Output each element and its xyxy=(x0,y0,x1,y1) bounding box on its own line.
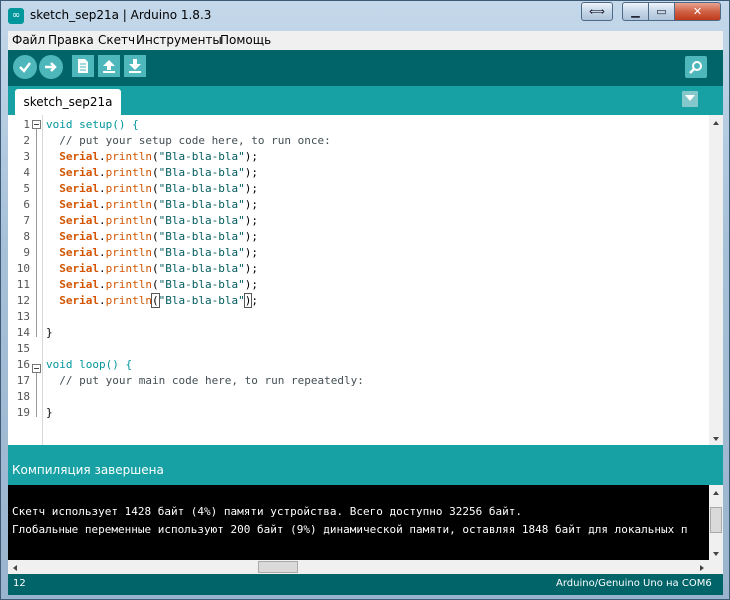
serial-monitor-button[interactable] xyxy=(685,56,707,78)
arrow-down-icon xyxy=(129,59,141,73)
line-number: 7 xyxy=(23,214,30,227)
verify-button[interactable] xyxy=(13,55,37,79)
magnifier-icon xyxy=(689,61,702,74)
code-line: void loop() { xyxy=(46,357,132,373)
scroll-left-arrow[interactable] xyxy=(8,560,22,574)
code-line: Serial.println("Bla-bla-bla"); xyxy=(59,262,258,275)
line-number: 19 xyxy=(16,406,30,419)
line-number: 5 xyxy=(23,182,30,195)
tab-sketch[interactable]: sketch_sep21a xyxy=(15,89,121,115)
line-number: 12 xyxy=(16,294,30,307)
fold-toggle[interactable] xyxy=(32,120,41,129)
code-line: Serial.println("Bla-bla-bla"); xyxy=(59,246,258,259)
keyword: void setup() { xyxy=(46,118,139,131)
line-number: 11 xyxy=(16,278,30,291)
console-vertical-scrollbar[interactable] xyxy=(709,485,723,560)
line-number: 3 xyxy=(23,150,30,163)
current-line-number: 12 xyxy=(13,578,26,589)
menu-edit[interactable]: Правка xyxy=(48,33,94,47)
title-bar[interactable]: ∞ sketch_sep21a | Arduino 1.8.3 ⟺ ▁ ▭ ✕ xyxy=(1,1,729,31)
tab-menu-button[interactable] xyxy=(682,91,698,107)
scroll-corner xyxy=(709,560,723,574)
menu-sketch[interactable]: Скетч xyxy=(98,33,135,47)
arduino-window: ∞ sketch_sep21a | Arduino 1.8.3 ⟺ ▁ ▭ ✕ … xyxy=(0,0,730,600)
code-line: // put your setup code here, to run once… xyxy=(46,134,331,147)
code-line: Serial.println("Bla-bla-bla"); xyxy=(59,230,258,243)
console-line: Глобальные переменные используют 200 бай… xyxy=(12,523,688,536)
menu-help[interactable]: Помощь xyxy=(220,33,271,47)
scroll-thumb[interactable] xyxy=(258,561,298,573)
scroll-up-arrow[interactable] xyxy=(709,115,723,129)
resize-icon[interactable]: ⟺ xyxy=(581,2,613,21)
line-number: 16 xyxy=(16,358,30,371)
scroll-right-arrow[interactable] xyxy=(695,560,709,574)
status-message: Компиляция завершена xyxy=(12,463,164,477)
scroll-down-arrow[interactable] xyxy=(709,546,723,560)
line-number: 2 xyxy=(23,134,30,147)
line-number: 1 xyxy=(23,118,30,131)
code-line: Serial.println("Bla-bla-bla"); xyxy=(59,182,258,195)
code-line: // put your main code here, to run repea… xyxy=(46,374,364,387)
code-editor[interactable]: 1 2 3 4 5 6 7 8 9 10 11 12 13 14 15 16 1… xyxy=(8,115,723,445)
arrow-right-icon xyxy=(45,62,57,72)
scroll-thumb[interactable] xyxy=(710,507,722,533)
fold-line xyxy=(36,129,37,337)
board-port-label: Arduino/Genuino Uno на COM6 xyxy=(556,578,712,589)
console-line: Скетч использует 1428 байт (4%) памяти у… xyxy=(12,505,522,518)
line-number: 18 xyxy=(16,390,30,403)
line-number: 15 xyxy=(16,342,30,355)
save-button[interactable] xyxy=(124,55,146,77)
menu-file[interactable]: Файл xyxy=(12,33,45,47)
chevron-down-icon xyxy=(685,95,695,101)
line-number: 10 xyxy=(16,262,30,275)
keyword: void loop() { xyxy=(46,358,133,371)
line-number: 8 xyxy=(23,230,30,243)
arrow-up-icon xyxy=(103,60,115,73)
code-line: Serial.println("Bla-bla-bla"); xyxy=(59,198,258,211)
code-line: } xyxy=(46,406,53,419)
line-number: 17 xyxy=(16,374,30,387)
code-line: Serial.println("Bla-bla-bla"); xyxy=(59,214,258,227)
code-line: void setup() { xyxy=(46,117,139,133)
editor-vertical-scrollbar[interactable] xyxy=(709,115,723,445)
app-client-area: Файл Правка Скетч Инструменты Помощь ske… xyxy=(8,31,723,595)
window-title: sketch_sep21a | Arduino 1.8.3 xyxy=(30,8,212,22)
upload-button[interactable] xyxy=(39,55,63,79)
close-button[interactable]: ✕ xyxy=(674,2,721,21)
line-gutter: 1 2 3 4 5 6 7 8 9 10 11 12 13 14 15 16 1… xyxy=(8,115,43,445)
minimize-button[interactable]: ▁ xyxy=(622,2,649,21)
code-line: Serial.println("Bla-bla-bla"); xyxy=(59,150,258,163)
open-button[interactable] xyxy=(98,55,120,77)
code-line: Serial.println("Bla-bla-bla"); xyxy=(59,278,258,291)
gutter-separator xyxy=(42,115,43,445)
check-icon xyxy=(19,62,31,73)
console-horizontal-scrollbar[interactable] xyxy=(8,560,709,574)
code-line: } xyxy=(46,326,53,339)
toolbar xyxy=(8,50,723,86)
fold-line xyxy=(36,373,37,417)
line-number: 13 xyxy=(16,310,30,323)
status-bar: Компиляция завершена xyxy=(8,445,723,485)
new-button[interactable] xyxy=(72,55,94,77)
scroll-up-arrow[interactable] xyxy=(709,485,723,499)
console-output[interactable]: Скетч использует 1428 байт (4%) памяти у… xyxy=(8,485,723,574)
fold-toggle[interactable] xyxy=(32,364,41,373)
maximize-button[interactable]: ▭ xyxy=(648,2,675,21)
line-number: 4 xyxy=(23,166,30,179)
arduino-icon: ∞ xyxy=(8,8,24,24)
menu-tools[interactable]: Инструменты xyxy=(136,33,222,47)
scroll-down-arrow[interactable] xyxy=(709,431,723,445)
line-number: 9 xyxy=(23,246,30,259)
code-line-current: Serial.println("Bla-bla-bla"); xyxy=(59,293,258,308)
footer-bar: 12 Arduino/Genuino Uno на COM6 xyxy=(8,574,723,595)
tab-bar: sketch_sep21a xyxy=(8,86,723,115)
line-number: 6 xyxy=(23,198,30,211)
menu-bar: Файл Правка Скетч Инструменты Помощь xyxy=(8,31,723,50)
line-number: 14 xyxy=(16,326,30,339)
new-file-icon xyxy=(78,59,88,73)
code-line: Serial.println("Bla-bla-bla"); xyxy=(59,166,258,179)
